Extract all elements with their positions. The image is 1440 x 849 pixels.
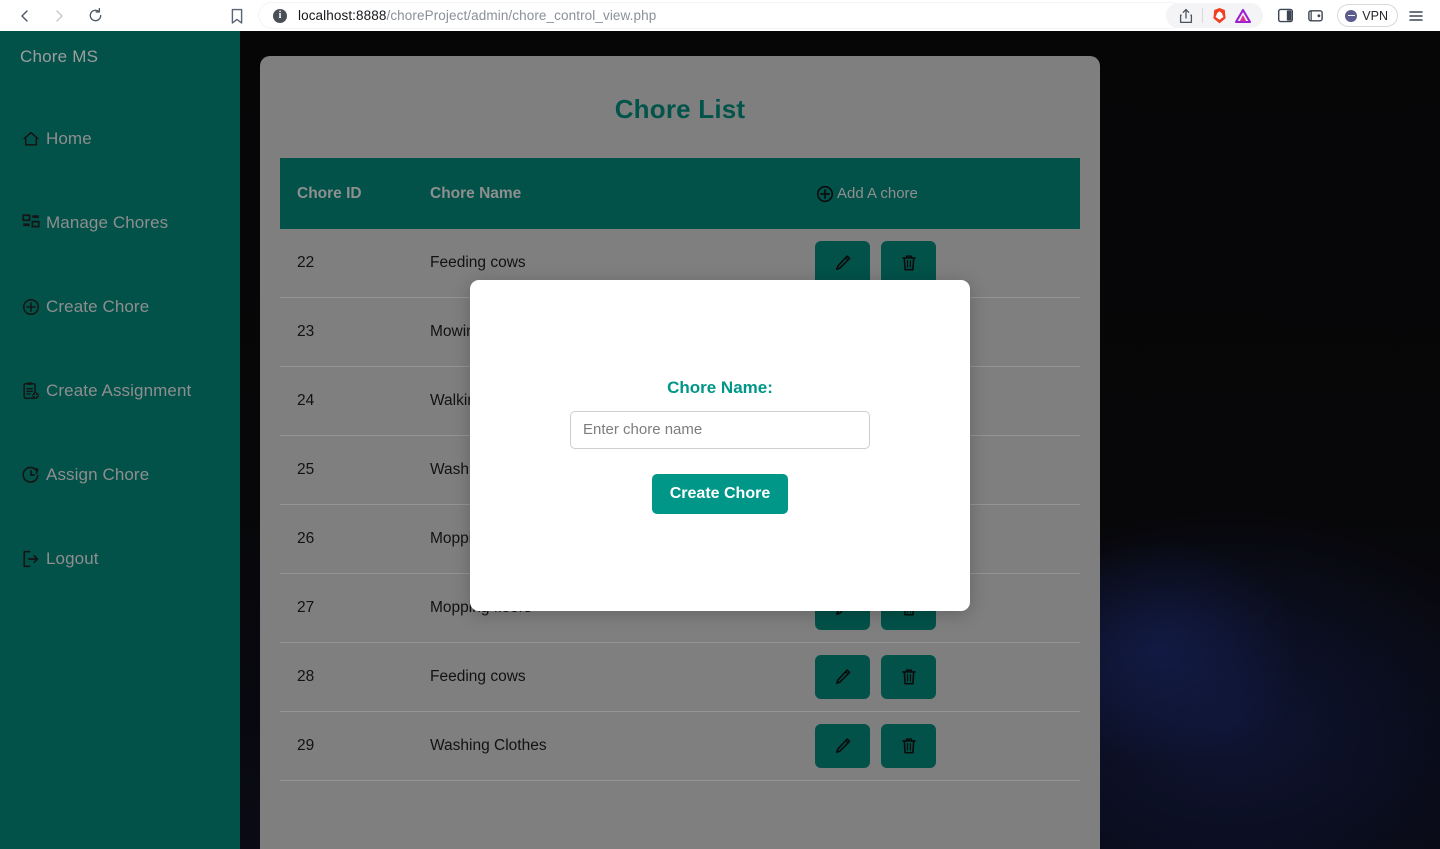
cell-actions [815, 655, 1080, 699]
sidebar-item-label: Create Assignment [46, 381, 192, 400]
vpn-button[interactable]: VPN [1337, 4, 1398, 27]
vpn-status-dot [1345, 9, 1358, 22]
cell-chore-id: 26 [297, 530, 315, 547]
home-icon [20, 128, 42, 150]
extension-group [1166, 3, 1264, 28]
plus-circle-icon [815, 184, 835, 204]
cell-chore-id: 23 [297, 323, 315, 340]
toolbar-divider [1202, 8, 1204, 23]
create-chore-modal: Chore Name: Create Chore [470, 280, 970, 611]
back-button[interactable] [10, 1, 40, 31]
forward-button[interactable] [44, 1, 74, 31]
page-viewport: Chore MS Home Manage Chores Create Chore… [0, 31, 1440, 849]
cell-chore-id: 25 [297, 461, 315, 478]
vpn-label: VPN [1362, 8, 1388, 23]
reload-button[interactable] [80, 1, 110, 31]
sidebar-item-manage-chores[interactable]: Manage Chores [0, 201, 240, 245]
cell-chore-id: 29 [297, 737, 315, 754]
add-chore-label: Add A chore [837, 185, 918, 202]
cell-chore-name: Washing Clothes [430, 737, 547, 754]
edit-chore-button[interactable] [815, 655, 870, 699]
pencil-icon [835, 255, 850, 270]
brave-lion-icon [1213, 7, 1226, 23]
chevron-right-icon [56, 9, 63, 22]
url-path: /choreProject/admin/chore_control_view.p… [386, 8, 657, 23]
table-header-row: Chore ID Chore Name Add A chore [280, 158, 1080, 229]
logout-arrow-icon [20, 548, 42, 570]
sidebar-item-create-chore[interactable]: Create Chore [0, 285, 240, 329]
reload-icon [89, 7, 101, 22]
sidebar-nav: Home Manage Chores Create Chore Create A… [0, 117, 240, 621]
trash-icon [901, 669, 916, 685]
hamburger-menu-icon [1409, 10, 1423, 21]
grid-dashboard-icon [20, 212, 42, 234]
cell-chore-id: 24 [297, 392, 315, 409]
create-chore-submit-button[interactable]: Create Chore [651, 473, 789, 514]
plus-circle-icon [20, 296, 42, 318]
sidebar-item-label: Manage Chores [46, 213, 169, 232]
app-brand: Chore MS [20, 47, 99, 66]
cell-actions [815, 241, 1080, 285]
url-text: localhost:8888/choreProject/admin/chore_… [298, 8, 656, 23]
share-button[interactable] [1174, 5, 1198, 27]
site-info-icon[interactable]: i [273, 8, 287, 23]
trash-icon [901, 738, 916, 754]
edit-chore-button[interactable] [815, 724, 870, 768]
browser-toolbar-right: VPN [1166, 0, 1440, 31]
sidebar-item-label: Assign Chore [46, 465, 150, 484]
cell-chore-name: Feeding cows [430, 254, 526, 271]
purple-triangle-icon [1235, 8, 1252, 23]
chore-name-label: Chore Name: [667, 377, 773, 397]
table-row: 28 Feeding cows [280, 643, 1080, 712]
cell-chore-name: Feeding cows [430, 668, 526, 685]
cell-chore-id: 27 [297, 599, 315, 616]
extension-triangle-button[interactable] [1231, 5, 1255, 27]
cell-actions [815, 724, 1080, 768]
sidebar-item-label: Create Chore [46, 297, 150, 316]
share-icon [1180, 8, 1193, 23]
cell-chore-id: 28 [297, 668, 315, 685]
sidebar: Chore MS Home Manage Chores Create Chore… [0, 31, 240, 849]
pencil-icon [835, 738, 850, 753]
trash-icon [901, 255, 916, 271]
delete-chore-button[interactable] [881, 655, 936, 699]
column-header-chore-name: Chore Name [430, 184, 522, 202]
wallet-button[interactable] [1301, 2, 1329, 30]
pencil-icon [835, 669, 850, 684]
brave-shields-button[interactable] [1207, 5, 1231, 27]
sidebar-item-logout[interactable]: Logout [0, 537, 240, 581]
column-header-actions: Add A chore [815, 184, 1080, 204]
delete-chore-button[interactable] [881, 241, 936, 285]
sidebar-item-assign-chore[interactable]: Assign Chore [0, 453, 240, 497]
browser-toolbar: i localhost:8888/choreProject/admin/chor… [0, 0, 1440, 31]
add-chore-button[interactable]: Add A chore [815, 184, 918, 204]
edit-chore-button[interactable] [815, 241, 870, 285]
sidebar-item-label: Home [46, 129, 92, 148]
sidebar-item-label: Logout [46, 549, 99, 568]
column-header-chore-id: Chore ID [297, 184, 362, 202]
browser-menu-button[interactable] [1402, 2, 1430, 30]
sidebar-panel-button[interactable] [1271, 2, 1299, 30]
clipboard-plus-icon [20, 380, 42, 402]
table-row: 29 Washing Clothes [280, 712, 1080, 781]
sidebar-item-home[interactable]: Home [0, 117, 240, 161]
bookmark-icon[interactable] [228, 7, 246, 25]
clock-arrow-icon [20, 464, 42, 486]
chevron-left-icon [21, 9, 28, 22]
sidebar-panel-icon [1277, 8, 1293, 23]
page-title: Chore List [614, 94, 746, 124]
cell-chore-id: 22 [297, 254, 315, 271]
wallet-icon [1307, 10, 1323, 22]
sidebar-item-create-assignment[interactable]: Create Assignment [0, 369, 240, 413]
address-bar[interactable]: i localhost:8888/choreProject/admin/chor… [259, 3, 1184, 28]
delete-chore-button[interactable] [881, 724, 936, 768]
url-host: localhost:8888 [298, 8, 387, 23]
chore-name-input[interactable] [570, 410, 870, 449]
